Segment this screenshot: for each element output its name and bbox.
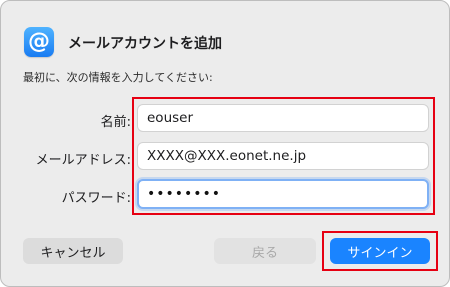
email-field-value: XXXX@XXX.eonet.ne.jp — [147, 148, 307, 164]
name-label: 名前: — [100, 115, 131, 130]
dialog-title: メールアカウントを追加 — [68, 36, 222, 52]
password-field-value: •••••••• — [147, 186, 222, 202]
instruction-text: 最初に、次の情報を入力してください: — [23, 71, 213, 84]
sign-in-button[interactable]: サインイン — [330, 238, 430, 264]
cancel-button[interactable]: キャンセル — [23, 238, 123, 264]
password-field[interactable]: •••••••• — [137, 179, 429, 209]
add-mail-account-dialog: @ メールアカウントを追加 最初に、次の情報を入力してください: 名前: eou… — [0, 0, 450, 287]
email-field[interactable]: XXXX@XXX.eonet.ne.jp — [137, 142, 429, 170]
name-field[interactable]: eouser — [137, 104, 429, 132]
mail-at-icon: @ — [24, 27, 54, 57]
name-field-value: eouser — [147, 110, 194, 126]
email-label: メールアドレス: — [35, 153, 131, 168]
back-button[interactable]: 戻る — [214, 238, 316, 264]
password-label: パスワード: — [61, 191, 131, 206]
